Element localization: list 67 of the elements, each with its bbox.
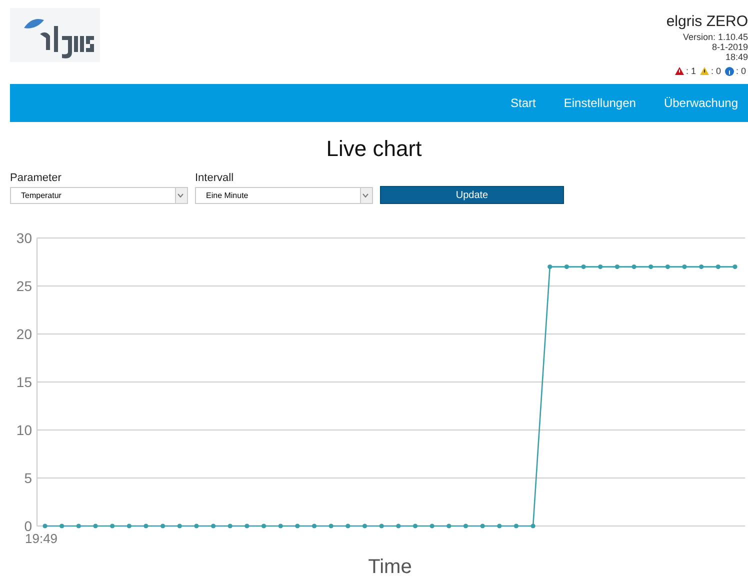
data-point [497,524,502,528]
data-point [598,264,603,270]
data-point [732,264,738,270]
data-point [177,524,182,528]
y-tick-label: 30 [16,230,32,246]
data-point [632,264,636,270]
data-point [110,524,115,528]
data-point [60,524,64,528]
alert-count: : 0 [736,66,746,76]
data-point [261,524,266,528]
data-point [665,264,670,270]
data-point [93,524,98,528]
y-tick-label: 20 [16,326,32,342]
data-point [614,264,620,270]
data-point [648,264,654,270]
data-point [295,524,300,528]
data-point [228,524,232,528]
data-point [278,524,283,528]
select-field[interactable]: Temperatur [10,187,188,204]
alert-count: : 0 [710,66,721,76]
data-point [346,524,350,528]
data-point [480,524,485,528]
info-icon [724,66,734,76]
y-tick-label: 15 [16,374,32,390]
update-button[interactable]: Update [380,186,564,204]
field-label: Intervall [195,172,235,184]
data-point [76,524,81,528]
field-label: Parameter [10,172,62,184]
data-point [194,524,199,528]
data-point [412,524,418,528]
data-point [548,264,552,270]
data-point [682,264,687,270]
data-point [564,264,569,270]
data-point [362,524,368,528]
data-point [716,264,720,270]
time-text: 18:49 [725,52,748,62]
page-title: Live chart [325,136,423,162]
date-text: 8-1-2019 [712,42,748,52]
data-point [328,524,334,528]
data-point [396,524,401,528]
version-text: Version: 1.10.45 [682,32,748,42]
y-tick-label: 25 [16,278,32,294]
data-point [42,524,48,528]
data-point [211,524,216,528]
data-point [514,524,519,528]
y-tick-label: 5 [24,470,32,486]
data-point [379,524,384,528]
x-tick-label: 19:49 [25,531,58,546]
data-point [126,524,132,528]
warning-icon [700,67,709,75]
data-point [581,264,586,270]
data-point [430,524,434,528]
y-tick-label: 10 [16,422,32,438]
data-point [463,524,468,528]
error-icon [674,67,684,75]
data-point [530,524,536,528]
data-point [312,524,317,528]
data-point [160,524,166,528]
data-point [446,524,452,528]
y-tick-label: 0 [24,518,32,534]
data-point [244,524,250,528]
alert-count: : 1 [686,66,696,76]
data-point [144,524,148,528]
select-field[interactable]: Eine Minute [195,187,373,204]
product-name: elgris ZERO [666,12,748,32]
data-point [699,264,704,270]
x-axis-title: Time [368,556,412,576]
